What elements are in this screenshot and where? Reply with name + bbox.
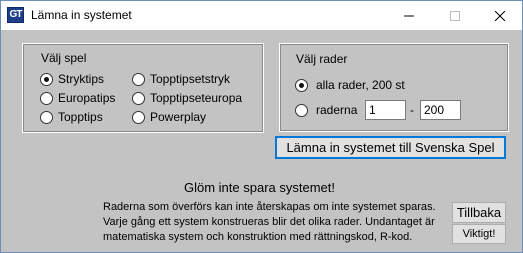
rows-group-legend: Välj rader <box>296 52 348 66</box>
radio-label: Topptips <box>58 110 103 124</box>
radio-label: Stryktips <box>58 72 105 86</box>
radio-label: alla rader, 200 st <box>316 78 405 92</box>
title-bar[interactable]: GT Lämna in systemet <box>1 1 522 30</box>
dialog-content: Välj spel Stryktips Europatips Topptips … <box>1 30 522 252</box>
dialog-window: GT Lämna in systemet Välj spel Stryktips… <box>0 0 523 253</box>
close-icon <box>494 10 505 21</box>
app-icon: GT <box>7 7 24 23</box>
radio-button[interactable] <box>132 91 145 105</box>
game-selection-group: Välj spel Stryktips Europatips Topptips … <box>22 43 264 133</box>
radio-europatips[interactable]: Europatips <box>40 91 115 105</box>
radio-label: raderna <box>316 103 358 117</box>
info-line: Raderna som överförs kan inte återskapas… <box>103 201 436 213</box>
maximize-icon <box>449 10 460 21</box>
radio-label: Powerplay <box>150 110 207 124</box>
radio-topptipseteuropa[interactable]: Topptipseteuropa <box>132 91 242 105</box>
info-line: Varje gång ett system konstrueras blir d… <box>103 216 435 228</box>
radio-row-range[interactable]: raderna <box>295 103 357 117</box>
radio-powerplay[interactable]: Powerplay <box>132 110 206 124</box>
radio-topptipsetstryk[interactable]: Topptipsetstryk <box>132 72 230 86</box>
radio-button[interactable] <box>40 110 53 124</box>
rows-selection-group: Välj rader alla rader, 200 st raderna 1 … <box>279 43 509 132</box>
radio-button[interactable] <box>295 78 308 92</box>
radio-label: Topptipsetstryk <box>150 72 231 86</box>
radio-button[interactable] <box>40 72 53 86</box>
range-to-input[interactable]: 200 <box>420 100 461 120</box>
maximize-button <box>432 1 477 30</box>
info-text: Raderna som överförs kan inte återskapas… <box>103 200 448 245</box>
radio-all-rows[interactable]: alla rader, 200 st <box>295 78 405 92</box>
radio-stryktips[interactable]: Stryktips <box>40 72 104 86</box>
minimize-icon <box>403 15 414 16</box>
important-button[interactable]: Viktigt! <box>452 224 506 244</box>
minimize-button[interactable] <box>386 1 431 30</box>
radio-button[interactable] <box>295 103 308 117</box>
save-reminder-text: Glöm inte spara systemet! <box>184 180 335 195</box>
radio-button[interactable] <box>40 91 53 105</box>
window-title: Lämna in systemet <box>31 8 132 22</box>
game-group-legend: Välj spel <box>41 51 87 65</box>
range-from-input[interactable]: 1 <box>365 100 406 120</box>
radio-label: Topptipseteuropa <box>150 91 243 105</box>
range-separator: - <box>410 103 414 117</box>
back-button[interactable]: Tillbaka <box>452 202 506 223</box>
submit-to-svenska-spel-button[interactable]: Lämna in systemet till Svenska Spel <box>275 136 506 159</box>
radio-topptips[interactable]: Topptips <box>40 110 103 124</box>
info-line: matematiska system och konstruktion med … <box>103 231 413 243</box>
radio-label: Europatips <box>58 91 116 105</box>
radio-button[interactable] <box>132 72 145 86</box>
close-button[interactable] <box>477 1 522 30</box>
radio-button[interactable] <box>132 110 145 124</box>
